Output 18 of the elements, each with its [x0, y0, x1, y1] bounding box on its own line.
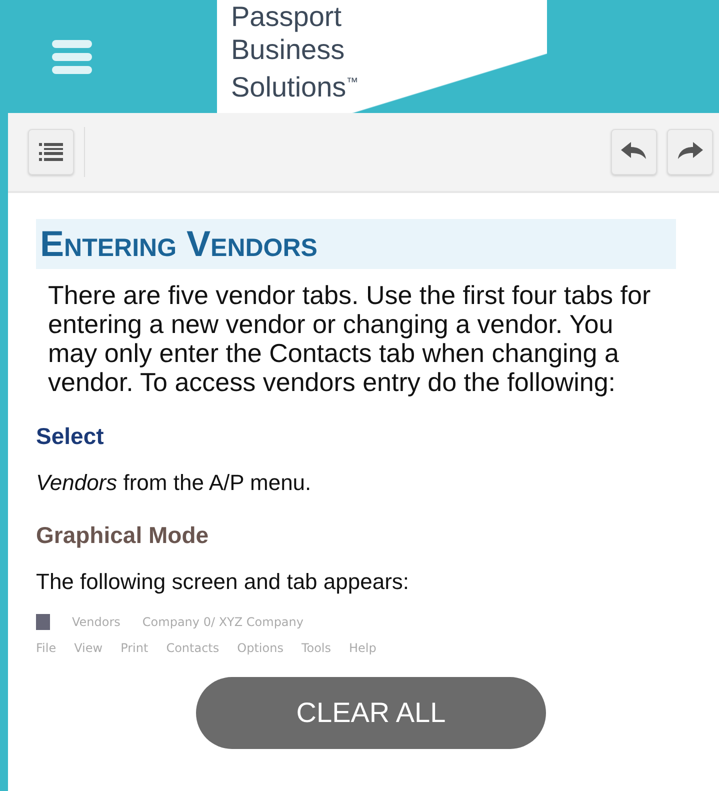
window-icon: [36, 614, 50, 630]
clear-all-button[interactable]: CLEAR ALL: [196, 677, 546, 749]
list-icon: [39, 141, 63, 163]
forward-button[interactable]: [667, 129, 713, 175]
back-button[interactable]: [611, 129, 657, 175]
section-text: Vendors from the A/P menu.: [36, 470, 312, 496]
section-heading: Graphical Mode: [36, 522, 210, 549]
forward-arrow-icon: [677, 142, 703, 162]
window-title: Vendors: [72, 615, 120, 629]
section-heading: Select: [36, 423, 105, 450]
logo-text: Solutions$^{™}$: [231, 70, 358, 104]
intro-paragraph: There are five vendor tabs. Use the first four tabs for entering a new vendor or changing a vendor. You may only enter the Contacts tab when changing a vendor. To access vendors entry do the following:: [48, 281, 652, 397]
company-label: Company 0/ XYZ Company: [142, 615, 304, 629]
logo-text: Business: [231, 33, 346, 66]
contents-button[interactable]: [28, 129, 74, 175]
article-title: Entering Vendors: [36, 219, 676, 269]
section-text: The following screen and tab appears:: [36, 569, 410, 595]
logo-text: Passport: [231, 0, 342, 33]
